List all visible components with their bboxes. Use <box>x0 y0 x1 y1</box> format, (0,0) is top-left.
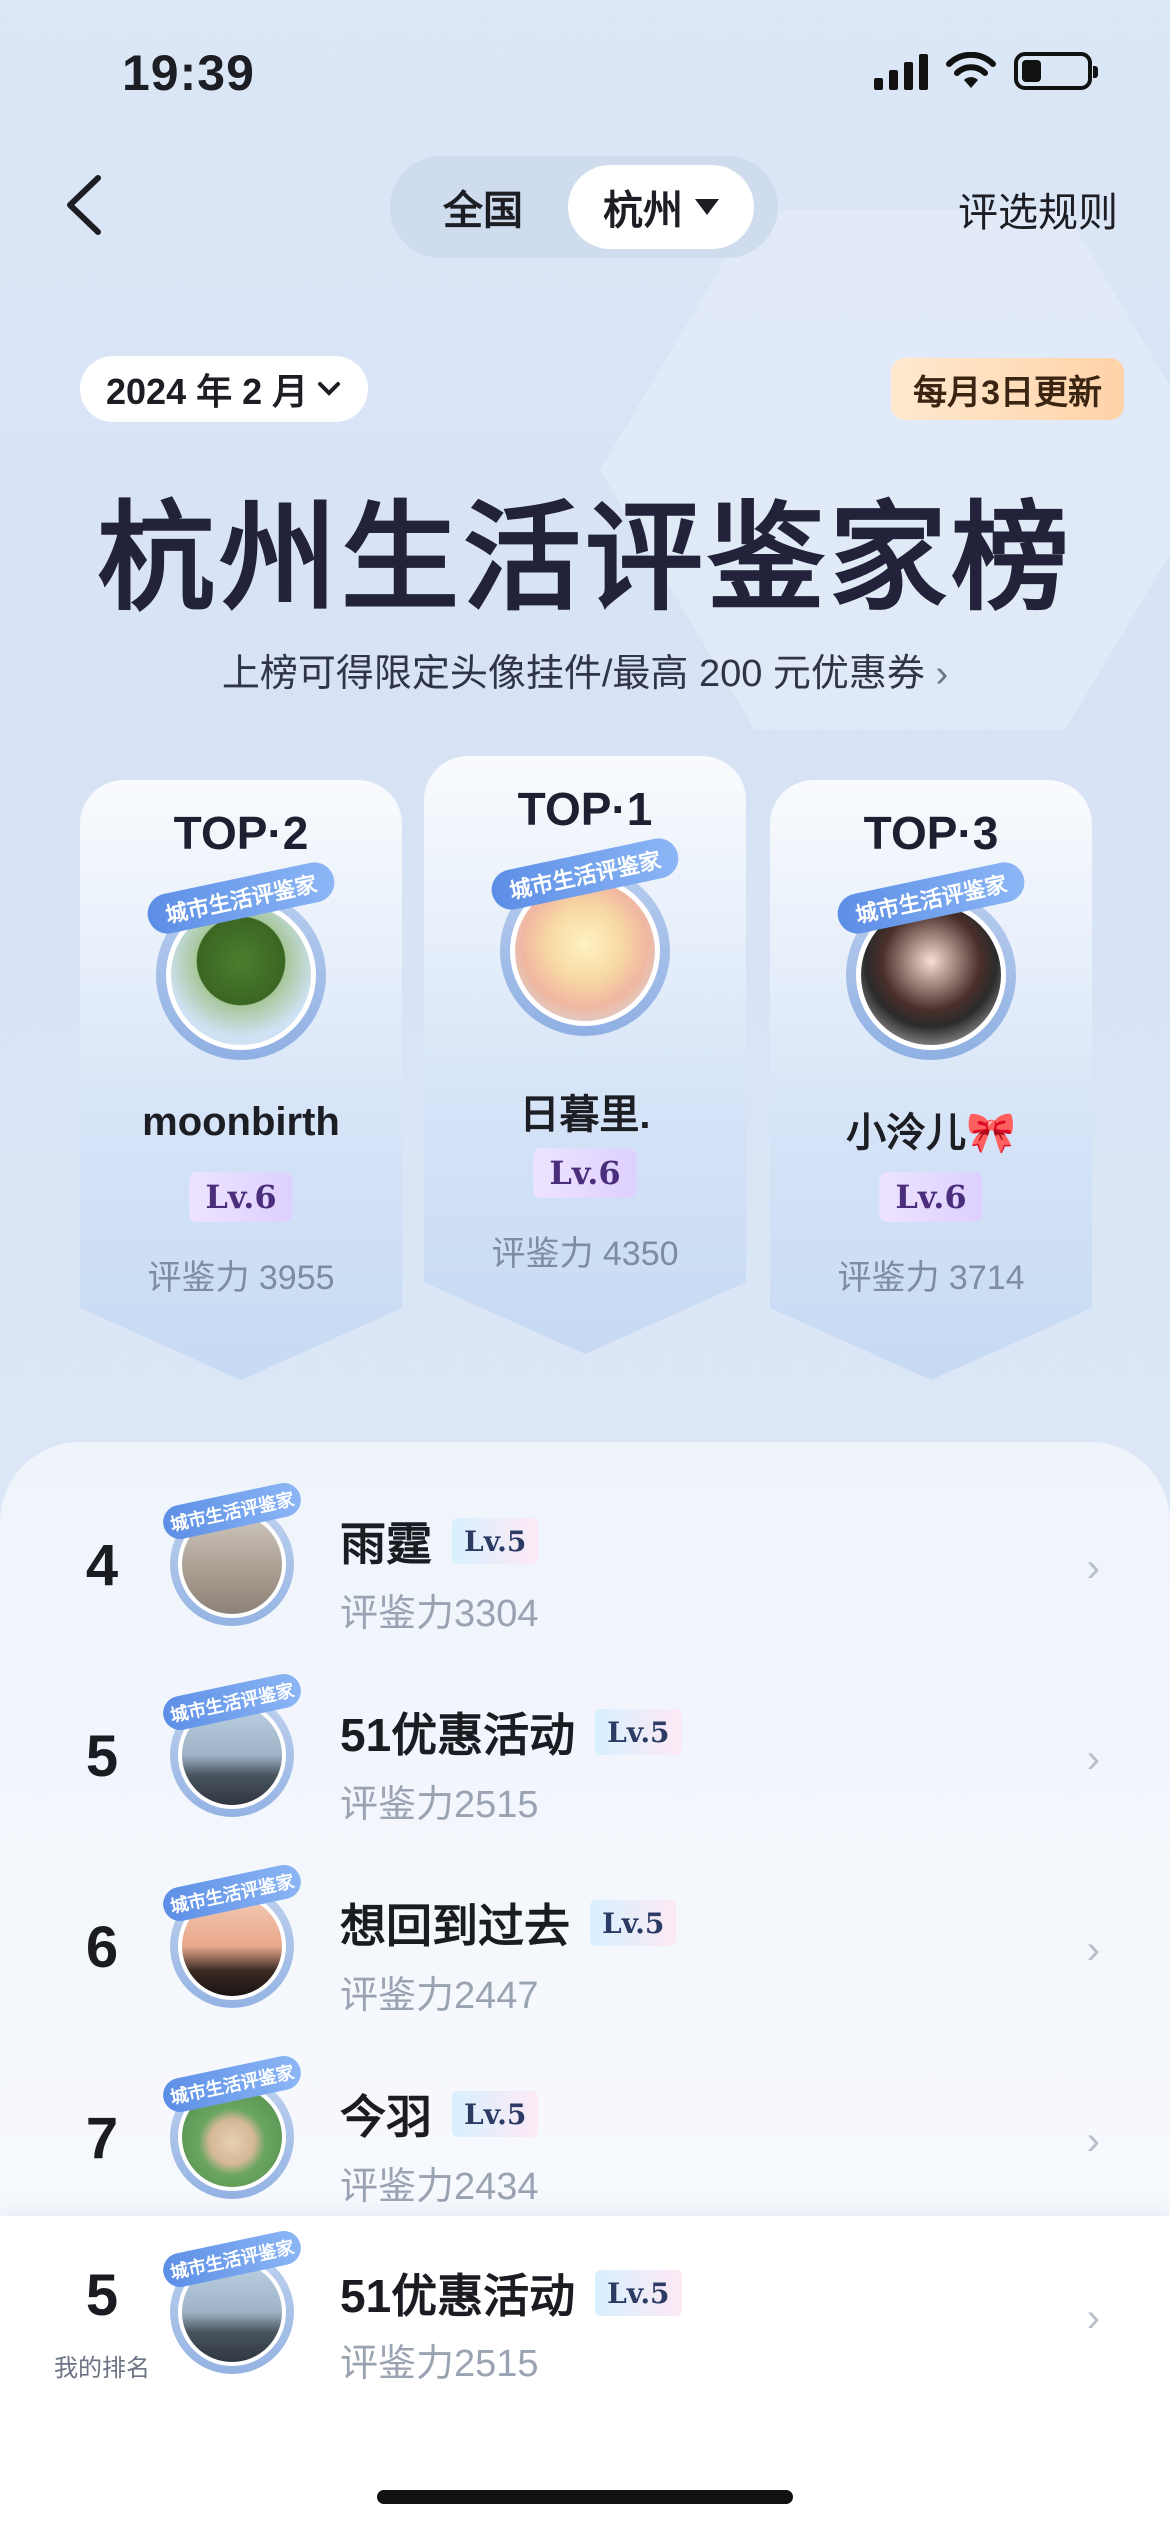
cellular-signal-icon <box>874 52 928 90</box>
user-name: 想回到过去 <box>340 1900 570 1952</box>
chevron-right-icon: › <box>935 653 949 695</box>
my-rank-row[interactable]: 5 我的排名 城市生活评鉴家 51优惠活动 Lv.5 评鉴力2515 › <box>0 2216 1170 2532</box>
level-badge: Lv.6 <box>533 1148 637 1198</box>
tab-city-dropdown[interactable]: 杭州 <box>568 165 754 249</box>
avatar: 城市生活评鉴家 <box>159 1479 305 1626</box>
avatar: 城市生活评鉴家 <box>159 2227 305 2374</box>
avatar: 城市生活评鉴家 <box>159 1670 305 1817</box>
chevron-right-icon: › <box>1086 1928 1100 1972</box>
avatar: 城市生活评鉴家 <box>143 858 339 1060</box>
rank-number: 7 <box>85 2106 119 2171</box>
home-indicator <box>377 2490 793 2504</box>
month-label: 2024 年 2 月 <box>106 371 309 412</box>
month-selector[interactable]: 2024 年 2 月 <box>80 356 369 422</box>
status-time: 19:39 <box>122 45 255 101</box>
user-name: 雨霆 <box>340 1518 432 1570</box>
podium-rank-label: TOP·3 <box>863 807 999 859</box>
podium-nickname: 小泠儿🎀 <box>846 1111 1016 1155</box>
caret-down-icon <box>695 199 719 215</box>
chevron-left-icon <box>67 175 101 235</box>
page-title: 杭州生活评鉴家榜 <box>96 488 1073 627</box>
chevron-right-icon: › <box>1086 1737 1100 1781</box>
my-rank-label: 我的排名 <box>54 2355 150 2382</box>
user-name: 51优惠活动 <box>340 2270 576 2322</box>
podium-rank-label: TOP·2 <box>173 807 309 859</box>
podium-card-top3[interactable]: TOP·3 城市生活评鉴家 小泠儿🎀 Lv.6 评鉴力 3714 <box>770 780 1092 1380</box>
user-name: 51优惠活动 <box>340 1709 576 1761</box>
tab-city-label: 杭州 <box>603 189 683 233</box>
avatar: 城市生活评鉴家 <box>159 2052 305 2199</box>
level-badge: Lv.5 <box>452 1518 539 1564</box>
podium-rank-label: TOP·1 <box>517 783 653 835</box>
status-icons <box>874 52 1098 90</box>
list-item[interactable]: 4 城市生活评鉴家 雨霆 Lv.5 评鉴力3304 › <box>0 1472 1170 1662</box>
avatar: 城市生活评鉴家 <box>159 1861 305 2008</box>
list-item[interactable]: 5 城市生活评鉴家 51优惠活动 Lv.5 评鉴力2515 › <box>0 1663 1170 1853</box>
podium-score: 评鉴力 4350 <box>491 1235 679 1273</box>
avatar: 城市生活评鉴家 <box>487 834 683 1036</box>
podium-score: 评鉴力 3955 <box>147 1259 335 1297</box>
rank-number: 4 <box>85 1533 119 1598</box>
rewards-link[interactable]: 上榜可得限定头像挂件/最高 200 元优惠券 › <box>0 642 1170 697</box>
podium-card-top2[interactable]: TOP·2 城市生活评鉴家 moonbirth Lv.6 评鉴力 3955 <box>80 780 402 1380</box>
user-score: 评鉴力2434 <box>340 2166 539 2208</box>
rank-number: 6 <box>85 1915 119 1980</box>
user-score: 评鉴力2515 <box>340 1784 539 1826</box>
podium-nickname: 日暮里. <box>519 1093 651 1137</box>
rewards-text: 上榜可得限定头像挂件/最高 200 元优惠券 <box>221 653 925 695</box>
my-rank-number: 5 <box>85 2263 119 2328</box>
avatar: 城市生活评鉴家 <box>833 858 1029 1060</box>
user-score: 评鉴力3304 <box>340 1593 539 1635</box>
chevron-right-icon: › <box>1086 2296 1100 2340</box>
podium-score: 评鉴力 3714 <box>837 1259 1025 1297</box>
wifi-icon <box>946 52 996 88</box>
rank-number: 5 <box>85 1724 119 1789</box>
chevron-down-icon <box>318 382 341 396</box>
update-note-badge: 每月3日更新 <box>891 358 1124 420</box>
tab-national[interactable]: 全国 <box>398 165 568 249</box>
user-score: 评鉴力2447 <box>340 1975 539 2017</box>
level-badge: Lv.5 <box>452 2091 539 2137</box>
region-switcher: 全国 杭州 <box>390 156 778 258</box>
level-badge: Lv.5 <box>590 1900 677 1946</box>
chevron-right-icon: › <box>1086 1546 1100 1590</box>
battery-icon <box>1014 52 1098 90</box>
list-item[interactable]: 6 城市生活评鉴家 想回到过去 Lv.5 评鉴力2447 › <box>0 1854 1170 2044</box>
list-item[interactable]: 7 城市生活评鉴家 今羽 Lv.5 评鉴力2434 › <box>0 2045 1170 2235</box>
user-score: 评鉴力2515 <box>340 2343 539 2385</box>
level-badge: Lv.5 <box>595 1709 682 1755</box>
podium-card-top1[interactable]: TOP·1 城市生活评鉴家 日暮里. Lv.6 评鉴力 4350 <box>424 756 746 1354</box>
chevron-right-icon: › <box>1086 2119 1100 2163</box>
level-badge: Lv.6 <box>879 1172 983 1222</box>
podium-nickname: moonbirth <box>142 1100 340 1144</box>
level-badge: Lv.6 <box>189 1172 293 1222</box>
level-badge: Lv.5 <box>595 2270 682 2316</box>
back-button[interactable] <box>56 170 116 240</box>
user-name: 今羽 <box>340 2091 432 2143</box>
rules-link[interactable]: 评选规则 <box>958 180 1118 238</box>
